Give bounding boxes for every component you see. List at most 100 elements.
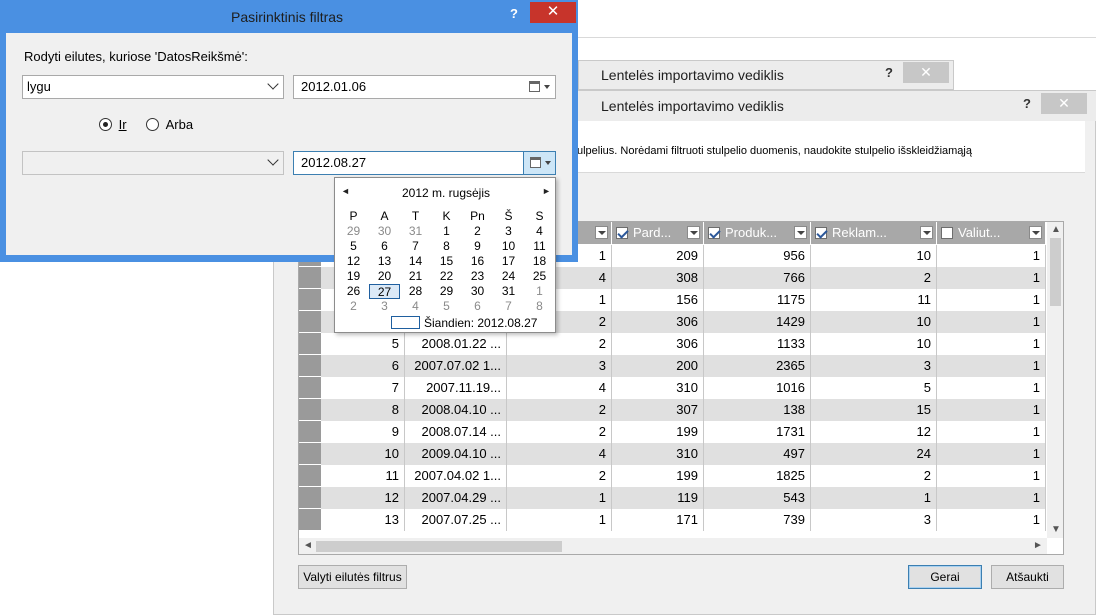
- calendar-day[interactable]: 6: [462, 299, 493, 314]
- grid-vertical-scrollbar[interactable]: ▲ ▼: [1047, 222, 1063, 538]
- table-row[interactable]: 11 2007.04.02 1... 2 199 1825 2 1: [299, 465, 1046, 487]
- table-row[interactable]: 5 2008.01.22 ... 2 306 1133 10 1: [299, 333, 1046, 355]
- table-row[interactable]: 9 2008.07.14 ... 2 199 1731 12 1: [299, 421, 1046, 443]
- calendar-day[interactable]: 9: [462, 239, 493, 254]
- value2-date-input[interactable]: 2012.08.27: [293, 151, 556, 175]
- column-dropdown-button[interactable]: [794, 226, 807, 239]
- calendar-month-label[interactable]: 2012 m. rugsėjis: [335, 186, 557, 200]
- radio-and-button[interactable]: [99, 118, 112, 131]
- calendar-next-month-button[interactable]: ►: [542, 186, 551, 196]
- calendar-day[interactable]: 20: [369, 269, 400, 284]
- row-selector[interactable]: [299, 267, 321, 289]
- calendar-day[interactable]: 14: [400, 254, 431, 269]
- table-row[interactable]: 8 2008.04.10 ... 2 307 138 15 1: [299, 399, 1046, 421]
- radio-or[interactable]: Arba: [146, 117, 193, 132]
- row-selector[interactable]: [299, 333, 321, 355]
- scroll-left-arrow[interactable]: ◄: [303, 540, 313, 551]
- calendar-day[interactable]: 29: [431, 284, 462, 299]
- filter-help-button[interactable]: ?: [510, 6, 518, 21]
- calendar-day[interactable]: 25: [524, 269, 555, 284]
- calendar-day[interactable]: 31: [400, 224, 431, 239]
- value1-date-input[interactable]: 2012.01.06: [293, 75, 556, 99]
- ok-button[interactable]: Gerai: [908, 565, 982, 589]
- table-row[interactable]: 13 2007.07.25 ... 1 171 739 3 1: [299, 509, 1046, 531]
- row-selector[interactable]: [299, 465, 321, 487]
- radio-or-button[interactable]: [146, 118, 159, 131]
- table-row[interactable]: 6 2007.07.02 1... 3 200 2365 3 1: [299, 355, 1046, 377]
- row-selector[interactable]: [299, 311, 321, 333]
- column-dropdown-button[interactable]: [595, 226, 608, 239]
- calendar-day[interactable]: 22: [431, 269, 462, 284]
- calendar-day[interactable]: 27: [369, 284, 400, 299]
- column-checkbox[interactable]: [616, 227, 628, 239]
- scroll-right-arrow[interactable]: ►: [1033, 540, 1043, 551]
- cancel-button[interactable]: Atšaukti: [991, 565, 1064, 589]
- calendar-day[interactable]: 17: [493, 254, 524, 269]
- operator2-select[interactable]: [22, 151, 284, 175]
- calendar-day[interactable]: 29: [338, 224, 369, 239]
- calendar-day[interactable]: 1: [524, 284, 555, 299]
- value1-calendar-button[interactable]: [523, 76, 555, 98]
- wizard-help-button[interactable]: ?: [1023, 96, 1031, 111]
- calendar-day[interactable]: 8: [431, 239, 462, 254]
- calendar-day[interactable]: 12: [338, 254, 369, 269]
- calendar-day[interactable]: 28: [400, 284, 431, 299]
- calendar-today-link[interactable]: Šiandien: 2012.08.27: [424, 316, 537, 330]
- scroll-up-arrow[interactable]: ▲: [1051, 224, 1061, 235]
- column-header-reklam[interactable]: Reklam...: [811, 222, 937, 244]
- calendar-day[interactable]: 11: [524, 239, 555, 254]
- column-header-pard[interactable]: Pard...: [612, 222, 704, 244]
- column-dropdown-button[interactable]: [687, 226, 700, 239]
- calendar-day[interactable]: 13: [369, 254, 400, 269]
- table-row[interactable]: 10 2009.04.10 ... 4 310 497 24 1: [299, 443, 1046, 465]
- column-dropdown-button[interactable]: [1029, 226, 1042, 239]
- calendar-day[interactable]: 31: [493, 284, 524, 299]
- operator1-select[interactable]: lygu: [22, 75, 284, 99]
- table-row[interactable]: 7 2007.11.19... 4 310 1016 5 1: [299, 377, 1046, 399]
- calendar-day[interactable]: 19: [338, 269, 369, 284]
- calendar-day[interactable]: 15: [431, 254, 462, 269]
- wizard-close-button[interactable]: ✕: [1041, 93, 1087, 114]
- column-header-produk[interactable]: Produk...: [704, 222, 811, 244]
- date-picker-popup[interactable]: ◄ 2012 m. rugsėjis ► P A T K Pn Š S 29 30 31 1 2 3 4…: [334, 177, 556, 333]
- row-selector[interactable]: [299, 487, 321, 509]
- calendar-day[interactable]: 7: [493, 299, 524, 314]
- calendar-day[interactable]: 4: [400, 299, 431, 314]
- calendar-day[interactable]: 30: [369, 224, 400, 239]
- calendar-day[interactable]: 5: [431, 299, 462, 314]
- row-selector[interactable]: [299, 509, 321, 531]
- column-checkbox[interactable]: [708, 227, 720, 239]
- table-row[interactable]: 12 2007.04.29 ... 1 119 543 1 1: [299, 487, 1046, 509]
- calendar-day[interactable]: 26: [338, 284, 369, 299]
- filter-close-button[interactable]: ✕: [530, 2, 576, 23]
- calendar-day[interactable]: 18: [524, 254, 555, 269]
- row-selector[interactable]: [299, 421, 321, 443]
- calendar-day[interactable]: 10: [493, 239, 524, 254]
- horizontal-scroll-thumb[interactable]: [316, 541, 562, 552]
- column-header-valiut[interactable]: Valiut...: [937, 222, 1046, 244]
- calendar-day[interactable]: 5: [338, 239, 369, 254]
- column-dropdown-button[interactable]: [920, 226, 933, 239]
- calendar-day[interactable]: 1: [431, 224, 462, 239]
- radio-and[interactable]: Ir: [99, 117, 127, 132]
- row-selector[interactable]: [299, 377, 321, 399]
- row-selector[interactable]: [299, 399, 321, 421]
- column-checkbox[interactable]: [815, 227, 827, 239]
- calendar-day[interactable]: 23: [462, 269, 493, 284]
- calendar-day[interactable]: 2: [462, 224, 493, 239]
- calendar-day[interactable]: 24: [493, 269, 524, 284]
- value2-calendar-button[interactable]: [523, 152, 555, 174]
- row-selector[interactable]: [299, 443, 321, 465]
- column-checkbox[interactable]: [941, 227, 953, 239]
- grid-horizontal-scrollbar[interactable]: ◄ ►: [299, 538, 1047, 554]
- calendar-day[interactable]: 2: [338, 299, 369, 314]
- calendar-day[interactable]: 3: [493, 224, 524, 239]
- wizard-back-help-button[interactable]: ?: [885, 65, 893, 80]
- calendar-day[interactable]: 7: [400, 239, 431, 254]
- calendar-day[interactable]: 16: [462, 254, 493, 269]
- calendar-day[interactable]: 8: [524, 299, 555, 314]
- vertical-scroll-thumb[interactable]: [1050, 238, 1061, 306]
- calendar-day[interactable]: 3: [369, 299, 400, 314]
- clear-row-filters-button[interactable]: Valyti eilutės filtrus: [298, 565, 407, 589]
- scroll-down-arrow[interactable]: ▼: [1051, 524, 1061, 535]
